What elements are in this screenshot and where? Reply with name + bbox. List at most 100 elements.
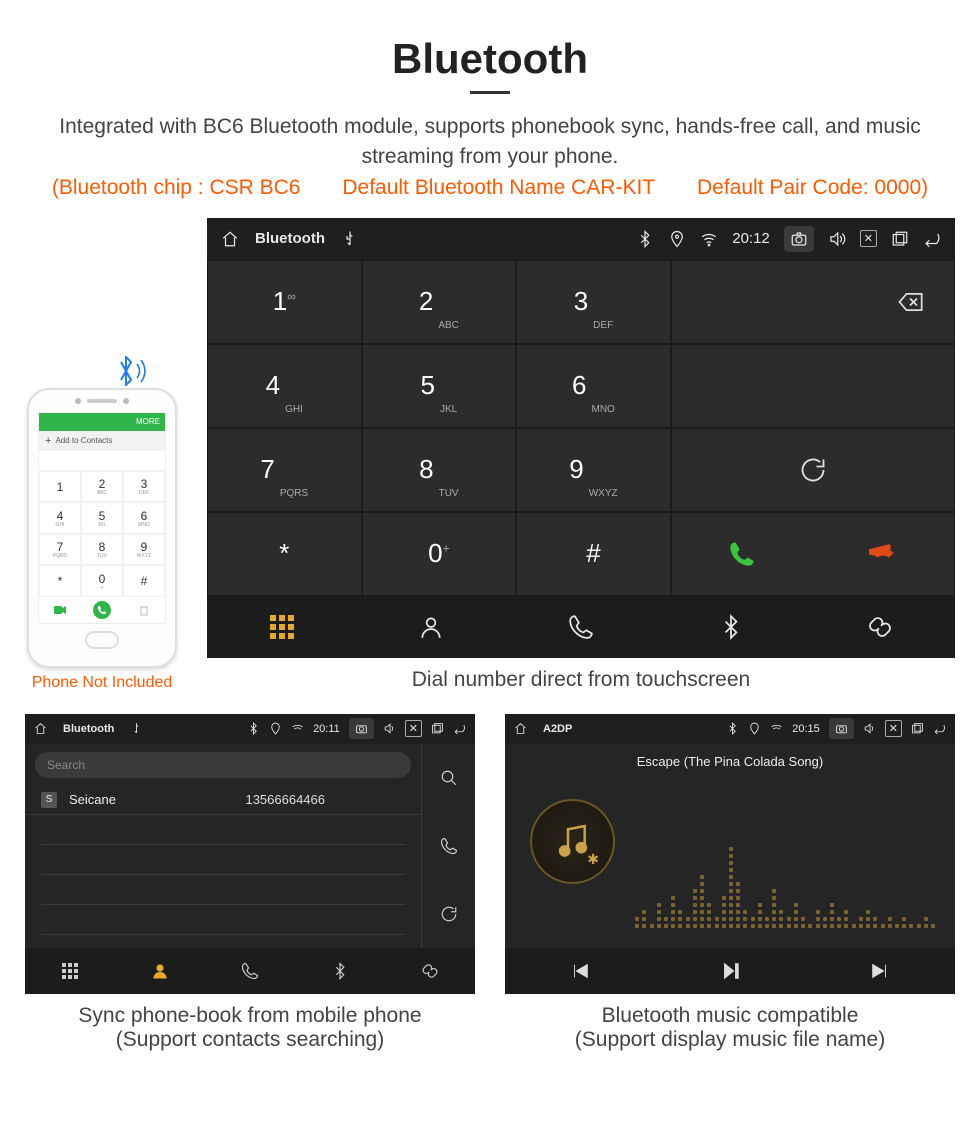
- phone-not-included-label: Phone Not Included: [25, 674, 179, 692]
- wifi-icon: [770, 722, 783, 735]
- mute-icon[interactable]: ✕: [885, 720, 902, 737]
- camera-icon[interactable]: [784, 226, 814, 252]
- bluetooth-icon: [636, 230, 654, 248]
- camera-icon[interactable]: [349, 718, 374, 739]
- key-3[interactable]: 3DEF: [516, 260, 671, 344]
- nav-contacts-button[interactable]: [115, 948, 205, 994]
- key-4[interactable]: 4GHI: [207, 344, 362, 428]
- wifi-icon: [700, 230, 718, 248]
- nav-bluetooth-button[interactable]: [656, 596, 806, 658]
- side-search-button[interactable]: [422, 744, 475, 812]
- phone-key: 2ABC: [81, 471, 123, 503]
- backspace-button[interactable]: [671, 260, 955, 344]
- app-title: Bluetooth: [255, 230, 325, 247]
- nav-calls-button[interactable]: [205, 948, 295, 994]
- nav-pair-button[interactable]: [385, 948, 475, 994]
- back-icon[interactable]: [923, 230, 941, 248]
- phone-key: *: [39, 565, 81, 597]
- location-icon: [748, 722, 761, 735]
- phone-video-icon: [39, 597, 81, 623]
- nav-calls-button[interactable]: [506, 596, 656, 658]
- key-9[interactable]: 9WXYZ: [516, 428, 671, 512]
- home-icon[interactable]: [514, 722, 527, 735]
- key-*[interactable]: *: [207, 512, 362, 596]
- nav-keypad-button[interactable]: [207, 596, 357, 658]
- hangup-button[interactable]: [813, 540, 954, 568]
- music-headunit: A2DP 20:15 ✕ Escape (The Pina Colada Son…: [505, 714, 955, 994]
- recent-apps-icon[interactable]: [911, 722, 924, 735]
- bluetooth-icon: [247, 722, 260, 735]
- location-icon: [668, 230, 686, 248]
- keypad: 1∞2ABC3DEF 4GHI5JKL6MNO 7PQRS8TUV9WXYZ *0+#: [207, 260, 671, 596]
- album-art-icon: ✱: [530, 799, 615, 884]
- phone-mockup: MORE Add to Contacts 12ABC3DEF 4GHI5JKL6M…: [25, 356, 179, 692]
- mute-icon[interactable]: ✕: [860, 230, 877, 247]
- usb-icon: [130, 722, 143, 735]
- bluetooth-icon: [726, 722, 739, 735]
- phone-key: 7PQRS: [39, 534, 81, 566]
- back-icon[interactable]: [453, 722, 466, 735]
- next-track-button[interactable]: [805, 948, 955, 994]
- phone-key: 0+: [81, 565, 123, 597]
- key-1[interactable]: 1∞: [207, 260, 362, 344]
- home-icon[interactable]: [34, 722, 47, 735]
- contacts-headunit: Bluetooth 20:11 ✕ Search: [25, 714, 475, 994]
- title-underline: [470, 91, 510, 94]
- side-sync-button[interactable]: [422, 880, 475, 948]
- call-button[interactable]: [672, 540, 813, 568]
- key-0[interactable]: 0+: [362, 512, 517, 596]
- phone-key: 6MNO: [123, 502, 165, 534]
- status-bar: Bluetooth 20:12 ✕: [207, 218, 955, 260]
- nav-contacts-button[interactable]: [357, 596, 507, 658]
- key-8[interactable]: 8TUV: [362, 428, 517, 512]
- volume-icon[interactable]: [828, 230, 846, 248]
- back-icon[interactable]: [933, 722, 946, 735]
- music-caption: Bluetooth music compatible (Support disp…: [505, 1004, 955, 1052]
- mute-icon[interactable]: ✕: [405, 720, 422, 737]
- recent-apps-icon[interactable]: [431, 722, 444, 735]
- key-#[interactable]: #: [516, 512, 671, 596]
- phone-key: 8TUV: [81, 534, 123, 566]
- clock: 20:12: [732, 230, 770, 247]
- dialer-headunit: Bluetooth 20:12 ✕ 1∞2ABC3DEF 4GHI5JKL6MNO…: [207, 218, 955, 658]
- search-input[interactable]: Search: [35, 752, 411, 778]
- phone-keypad: 12ABC3DEF 4GHI5JKL6MNO 7PQRS8TUV9WXYZ *0+#: [39, 471, 165, 597]
- nav-bluetooth-button[interactable]: [295, 948, 385, 994]
- camera-icon[interactable]: [829, 718, 854, 739]
- key-7[interactable]: 7PQRS: [207, 428, 362, 512]
- side-call-button[interactable]: [422, 812, 475, 880]
- contact-name: Seicane: [69, 792, 116, 807]
- equalizer-visual: [635, 804, 935, 928]
- nav-pair-button[interactable]: [805, 596, 955, 658]
- contacts-caption: Sync phone-book from mobile phone (Suppo…: [25, 1004, 475, 1052]
- page-desc: Integrated with BC6 Bluetooth module, su…: [0, 112, 980, 173]
- phone-key: 1: [39, 471, 81, 503]
- phone-key: 5JKL: [81, 502, 123, 534]
- history-button[interactable]: [671, 428, 955, 512]
- usb-icon: [341, 230, 359, 248]
- bottom-nav: [207, 596, 955, 658]
- volume-icon[interactable]: [383, 722, 396, 735]
- phone-statusbar: MORE: [39, 413, 165, 431]
- home-icon[interactable]: [221, 230, 239, 248]
- phone-add-contacts: Add to Contacts: [39, 431, 165, 451]
- dialer-caption: Dial number direct from touchscreen: [207, 668, 955, 692]
- key-2[interactable]: 2ABC: [362, 260, 517, 344]
- wifi-icon: [291, 722, 304, 735]
- volume-icon[interactable]: [863, 722, 876, 735]
- phone-key: 3DEF: [123, 471, 165, 503]
- bluetooth-signal-icon: [25, 356, 179, 392]
- key-6[interactable]: 6MNO: [516, 344, 671, 428]
- phone-key: #: [123, 565, 165, 597]
- phone-call-icon: [93, 601, 111, 619]
- prev-track-button[interactable]: [505, 948, 655, 994]
- key-5[interactable]: 5JKL: [362, 344, 517, 428]
- contact-row[interactable]: S Seicane 13566664466: [25, 786, 421, 815]
- phone-home-button: [85, 631, 119, 649]
- play-pause-button[interactable]: [655, 948, 805, 994]
- recent-apps-icon[interactable]: [891, 230, 909, 248]
- phone-key: 9WXYZ: [123, 534, 165, 566]
- phone-key: 4GHI: [39, 502, 81, 534]
- nav-keypad-button[interactable]: [25, 948, 115, 994]
- bluetooth-specs: (Bluetooth chip : CSR BC6 Default Blueto…: [0, 176, 980, 200]
